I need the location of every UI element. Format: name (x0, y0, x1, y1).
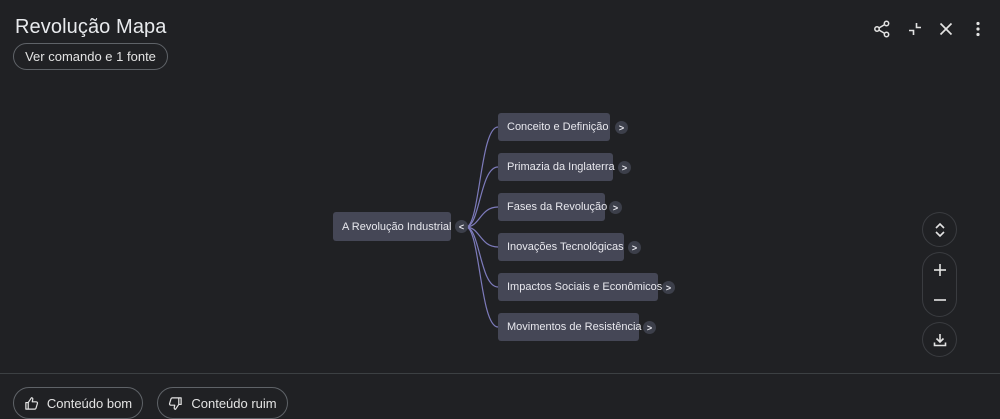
expand-toggle[interactable]: > (609, 201, 622, 214)
node-label: Primazia da Inglaterra (507, 161, 615, 173)
good-content-button[interactable]: Conteúdo bom (13, 387, 143, 419)
node-label: A Revolução Industrial (342, 220, 452, 233)
zoom-in-icon (933, 263, 946, 276)
mindmap-node-fases[interactable]: Fases da Revolução (498, 193, 608, 221)
expand-toggle[interactable]: > (662, 281, 675, 294)
download-button[interactable] (923, 323, 956, 356)
node-label: Fases da Revolução (507, 201, 608, 213)
thumbs-down-icon (169, 396, 183, 410)
node-label: Inovações Tecnológicas (507, 241, 624, 253)
expand-toggle[interactable]: > (615, 121, 628, 134)
connector-line (465, 226, 499, 288)
collapse-toggle[interactable]: < (455, 220, 468, 233)
expand-toggle[interactable]: > (628, 241, 641, 254)
mindmap-node-inovacoes[interactable]: Inovações Tecnológicas (498, 233, 624, 261)
node-label: Movimentos de Resistência (507, 321, 642, 333)
connector-line (465, 166, 499, 228)
mindmap-node-primazia[interactable]: Primazia da Inglaterra (498, 153, 615, 181)
connector-line (465, 226, 499, 328)
node-label: Impactos Sociais e Econômicos (507, 281, 663, 293)
connector-line (465, 126, 499, 228)
good-content-label: Conteúdo bom (46, 395, 133, 411)
expand-toggle[interactable]: > (618, 161, 631, 174)
mindmap-root-node[interactable]: A Revolução Industrial (333, 212, 451, 241)
mindmap-node-movimentos[interactable]: Movimentos de Resistência (498, 313, 642, 341)
footer-divider (0, 373, 1000, 374)
bad-content-label: Conteúdo ruim (191, 395, 277, 411)
thumbs-up-icon (25, 396, 38, 410)
expand-collapse-all-button[interactable] (923, 213, 956, 246)
download-icon (933, 333, 946, 346)
mindmap-node-conceito[interactable]: Conceito e Definição (498, 113, 610, 141)
expand-toggle[interactable]: > (643, 321, 656, 334)
bad-content-button[interactable]: Conteúdo ruim (157, 387, 288, 419)
zoom-out-button[interactable] (923, 283, 956, 316)
node-label: Conceito e Definição (507, 121, 609, 133)
zoom-out-icon (933, 298, 946, 301)
mindmap-node-impactos[interactable]: Impactos Sociais e Econômicos (498, 273, 662, 301)
zoom-in-button[interactable] (923, 253, 956, 286)
expand-collapse-icon (934, 222, 945, 237)
